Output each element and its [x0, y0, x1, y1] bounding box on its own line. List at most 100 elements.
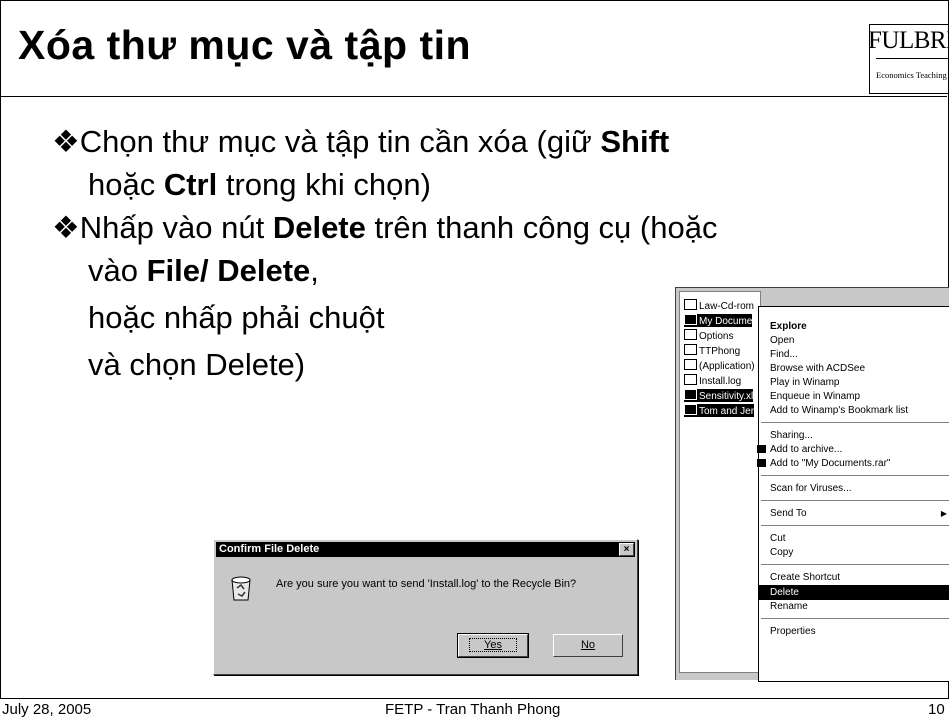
bullet-2-line-2: vào File/ Delete,	[52, 249, 717, 292]
bullet-symbol: ❖	[52, 210, 80, 245]
footer-date: July 28, 2005	[2, 701, 92, 718]
no-button[interactable]: No	[553, 634, 623, 657]
tree-item-options[interactable]: Options	[684, 329, 733, 342]
tree-label: My Docume	[699, 316, 753, 327]
key-ctrl: Ctrl	[163, 167, 218, 202]
folder-icon	[684, 299, 697, 310]
menu-item-find[interactable]: Find...	[759, 347, 949, 362]
dialog-title-bar: Confirm File Delete ×	[216, 542, 635, 557]
menu-label: Cut	[770, 533, 786, 544]
tree-label: Options	[699, 331, 734, 342]
folder-tree: Law-Cd-rom My Docume Options TTPhong (Ap…	[679, 291, 761, 673]
menu-item-winamp-bookmark[interactable]: Add to Winamp's Bookmark list	[759, 403, 949, 418]
text: vào	[88, 253, 147, 288]
menu-label: Explore	[770, 321, 807, 332]
menu-item-rename[interactable]: Rename	[759, 599, 949, 614]
fulbright-logo: FULBRIGHT Economics Teaching Program	[869, 24, 948, 94]
dialog-message: Are you sure you want to send 'Install.l…	[276, 578, 577, 590]
menu-item-play-winamp[interactable]: Play in Winamp	[759, 375, 949, 390]
tree-item-tom-and-jerry[interactable]: Tom and Jer	[684, 404, 755, 417]
key-delete: Delete	[272, 210, 366, 245]
tree-label: TTPhong	[699, 346, 741, 357]
tree-item-my-documents[interactable]: My Docume	[684, 314, 753, 327]
no-label: No	[580, 639, 596, 651]
bullet-2-line-1: ❖Nhấp vào nút Delete trên thanh công cụ …	[52, 206, 717, 249]
tree-label: Install.log	[699, 376, 742, 387]
menu-item-open[interactable]: Open	[759, 333, 949, 348]
confirm-delete-dialog: Confirm File Delete × Are you sure you w…	[213, 539, 638, 675]
folder-icon	[684, 329, 697, 340]
menu-label: Add to Winamp's Bookmark list	[770, 405, 909, 416]
tree-label: Tom and Jer	[699, 406, 755, 417]
winrar-icon	[757, 445, 766, 453]
menu-item-sharing[interactable]: Sharing...	[759, 428, 949, 443]
logo-wordmark: FULBRIGHT	[869, 27, 948, 54]
bullet-symbol: ❖	[52, 124, 80, 159]
menu-item-send-to[interactable]: Send To ▶	[759, 506, 949, 521]
menu-label: Scan for Viruses...	[770, 483, 852, 494]
menu-separator	[761, 475, 949, 476]
title-bar: Xóa thư mục và tập tin	[0, 0, 947, 97]
menu-separator	[761, 500, 949, 501]
dialog-title: Confirm File Delete	[219, 543, 320, 555]
text: trên thanh công cụ (hoặc	[365, 210, 718, 245]
menu-separator	[761, 525, 949, 526]
text: Chọn thư mục và tập tin cần xóa (giữ	[79, 124, 601, 159]
menu-label: Sharing...	[770, 430, 813, 441]
tree-item-sensitivity[interactable]: Sensitivity.xl	[684, 389, 754, 402]
context-menu: Explore Open Find... Browse with ACDSee …	[757, 306, 949, 682]
bullet-list: ❖Chọn thư mục và tập tin cần xóa (giữ Sh…	[52, 120, 717, 386]
tree-item-law-cd-rom[interactable]: Law-Cd-rom	[684, 299, 754, 312]
menu-label: Find...	[770, 349, 798, 360]
menu-label: Enqueue in Winamp	[770, 391, 861, 402]
close-icon[interactable]: ×	[619, 543, 634, 556]
logo-subtitle: Economics Teaching Program	[876, 70, 948, 80]
menu-item-explore[interactable]: Explore	[759, 319, 949, 334]
tree-item-ttphong[interactable]: TTPhong	[684, 344, 740, 357]
menu-label: Add to "My Documents.rar"	[770, 458, 891, 469]
yes-label: Yes	[469, 638, 517, 652]
file-delete-path: File/ Delete	[146, 253, 311, 288]
menu-label: Properties	[770, 626, 816, 637]
menu-label: Browse with ACDSee	[770, 363, 866, 374]
menu-item-properties[interactable]: Properties	[759, 624, 949, 639]
footer-author: FETP - Tran Thanh Phong	[385, 701, 561, 718]
bullet-1-line-1: ❖Chọn thư mục và tập tin cần xóa (giữ Sh…	[52, 120, 717, 163]
folder-icon	[684, 344, 697, 355]
recycle-bin-icon	[231, 576, 251, 601]
bullet-2-line-4: và chọn Delete)	[88, 347, 306, 382]
file-icon	[684, 374, 697, 385]
file-icon	[684, 359, 697, 370]
menu-item-create-shortcut[interactable]: Create Shortcut	[759, 570, 949, 585]
menu-item-scan-viruses[interactable]: Scan for Viruses...	[759, 481, 949, 496]
tree-item-install-log[interactable]: Install.log	[684, 374, 741, 387]
tree-label: Sensitivity.xl	[699, 391, 754, 402]
text: Nhấp vào nút	[79, 210, 273, 245]
bullet-1-line-2: hoặc Ctrl trong khi chọn)	[52, 163, 717, 206]
menu-label: Rename	[770, 601, 808, 612]
menu-item-copy[interactable]: Copy	[759, 545, 949, 560]
menu-separator	[761, 422, 949, 423]
video-file-icon	[684, 404, 697, 415]
tree-item-application[interactable]: (Application)	[684, 359, 755, 372]
menu-item-add-archive[interactable]: Add to archive...	[757, 442, 949, 457]
text: hoặc	[88, 167, 164, 202]
menu-separator	[761, 564, 949, 565]
text: ,	[310, 253, 319, 288]
menu-label: Play in Winamp	[770, 377, 840, 388]
menu-item-cut[interactable]: Cut	[759, 531, 949, 546]
folder-icon	[684, 314, 697, 325]
menu-label: Delete	[770, 587, 799, 598]
logo-rule	[876, 58, 948, 59]
menu-item-enqueue-winamp[interactable]: Enqueue in Winamp	[759, 389, 949, 404]
footer-page-number: 10	[928, 701, 945, 718]
menu-label: Add to archive...	[770, 444, 843, 455]
yes-button[interactable]: Yes	[457, 633, 529, 658]
menu-separator	[761, 618, 949, 619]
menu-label: Send To	[770, 508, 807, 519]
menu-item-browse-acdsee[interactable]: Browse with ACDSee	[759, 361, 949, 376]
winrar-icon	[757, 459, 766, 467]
explorer-panel: Law-Cd-rom My Docume Options TTPhong (Ap…	[675, 287, 949, 682]
menu-item-delete[interactable]: Delete	[759, 585, 949, 600]
menu-item-add-rar[interactable]: Add to "My Documents.rar"	[757, 456, 949, 471]
